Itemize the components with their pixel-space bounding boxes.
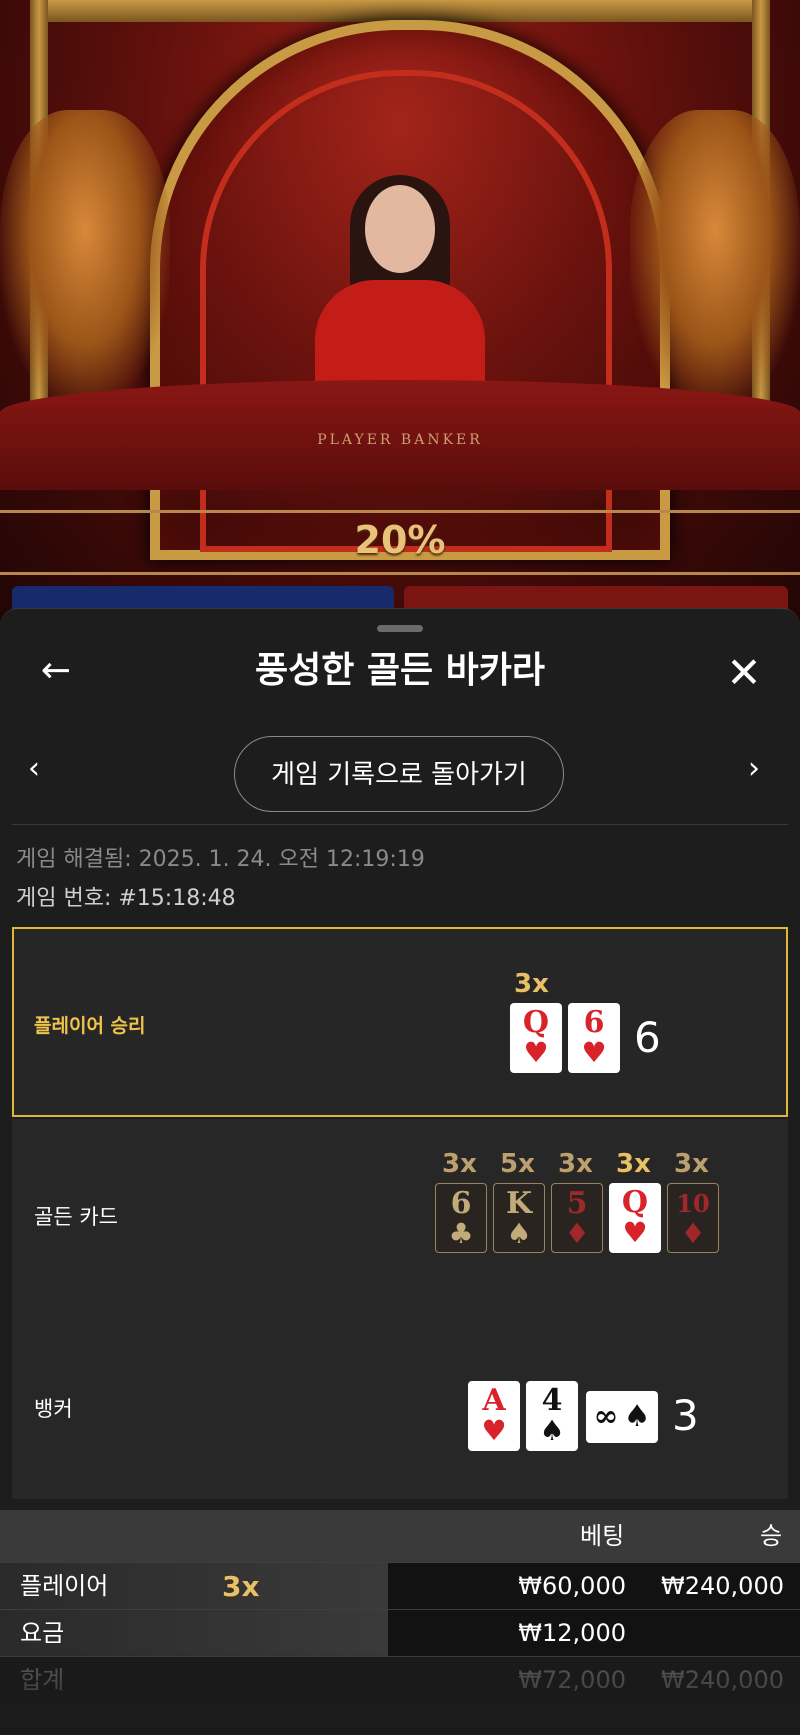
hand-total: 6 — [634, 1013, 661, 1062]
rail-bottom — [0, 572, 800, 575]
golden-card: 5 ♦ — [551, 1183, 603, 1253]
golden-card-matched: Q ♥ — [609, 1183, 661, 1253]
heart-suit-icon: ♥ — [523, 1036, 549, 1069]
row-label: 요금 — [20, 1619, 65, 1647]
row-label: 골든 카드 — [34, 1205, 118, 1229]
dealer-face — [365, 185, 435, 273]
bets-table-header: 베팅 승 — [0, 1510, 800, 1562]
close-icon[interactable]: ✕ — [722, 651, 766, 695]
diamond-suit-icon: ♦ — [564, 1217, 590, 1250]
multiplier-badge: 3x — [616, 1149, 651, 1179]
card-rank: 5 — [566, 1186, 588, 1221]
card-rank: 6 — [583, 1005, 605, 1040]
row-label-cell: 합계 — [0, 1657, 388, 1703]
multiplier-badge: 3x — [514, 969, 549, 999]
spade-suit-icon: ♠ — [506, 1217, 532, 1250]
spade-suit-icon: ♠ — [539, 1414, 565, 1447]
table-row: 플레이어 3x ₩60,000 ₩240,000 — [0, 1562, 800, 1609]
row-label: 플레이어 — [20, 1572, 109, 1600]
card-rank: 10 — [676, 1189, 710, 1218]
multiplier-badge: 3x — [674, 1149, 709, 1179]
playing-card: 6 ♥ — [568, 1003, 620, 1073]
card-rank: 4 — [541, 1383, 563, 1418]
chevron-left-icon[interactable]: ‹ — [28, 754, 54, 784]
heart-suit-icon: ♥ — [581, 1036, 607, 1069]
win-amount: ₩240,000 — [661, 1666, 784, 1694]
row-label: 뱅커 — [34, 1397, 73, 1421]
multiplier-badge: 3x — [558, 1149, 593, 1179]
row-label: 플레이어 승리 — [34, 1015, 146, 1037]
heart-suit-icon: ♥ — [622, 1216, 648, 1249]
rail-top — [0, 510, 800, 513]
table-row-total: 합계 ₩72,000 ₩240,000 — [0, 1656, 800, 1705]
sheet-drag-handle[interactable] — [377, 625, 423, 632]
playing-card-sideways: ∞ ♠ — [586, 1391, 658, 1443]
multiplier-badge: 5x — [500, 1149, 535, 1179]
dragon-statue-right — [630, 110, 800, 410]
golden-card: 6 ♣ — [435, 1183, 487, 1253]
table-row: 요금 ₩12,000 — [0, 1609, 800, 1656]
column-header-win: 승 — [760, 1522, 783, 1550]
dragon-statue-left — [0, 110, 170, 410]
bet-amount: ₩60,000 — [518, 1572, 626, 1600]
row-label: 합계 — [20, 1666, 65, 1694]
multiplier-badge: 3x — [442, 1149, 477, 1179]
golden-card: 10 ♦ — [667, 1183, 719, 1253]
card-rank: K — [505, 1186, 533, 1221]
golden-card: K ♠ — [493, 1183, 545, 1253]
playing-card: A ♥ — [468, 1381, 520, 1451]
diamond-suit-icon: ♦ — [680, 1217, 706, 1250]
card-rank: ∞ — [593, 1399, 619, 1434]
jackpot-percent: 20% — [354, 518, 446, 562]
playing-card: 4 ♠ — [526, 1381, 578, 1451]
card-rank: A — [482, 1383, 506, 1418]
card-rank: Q — [522, 1005, 550, 1040]
divider — [12, 824, 788, 825]
playing-card: Q ♥ — [510, 1003, 562, 1073]
result-row-golden-cards: 골든 카드 3x 6 ♣ 5x K ♠ 3x 5 ♦ 3x Q ♥ 3x 10 … — [12, 1119, 788, 1309]
bet-amount: ₩72,000 — [518, 1666, 626, 1694]
result-row-banker: 뱅커 A ♥ 4 ♠ ∞ ♠ 3 — [12, 1309, 788, 1499]
back-to-history-button[interactable]: 게임 기록으로 돌아가기 — [234, 736, 564, 812]
spade-suit-icon: ♠ — [623, 1399, 651, 1434]
club-suit-icon: ♣ — [448, 1217, 474, 1250]
hand-total: 3 — [672, 1391, 699, 1440]
live-video-stream: PLAYER BANKER 20% — [0, 0, 800, 620]
game-resolved-time: 게임 해결됨: 2025. 1. 24. 오전 12:19:19 — [16, 847, 425, 872]
win-amount: ₩240,000 — [661, 1572, 784, 1600]
row-label-cell: 플레이어 — [0, 1563, 388, 1609]
sheet-title: 풍성한 골든 바카라 — [254, 650, 546, 691]
result-row-player: 플레이어 승리 3x Q ♥ 6 ♥ 6 — [12, 927, 788, 1117]
bets-table: 베팅 승 플레이어 3x ₩60,000 ₩240,000 요금 ₩12,000… — [0, 1510, 800, 1734]
heart-suit-icon: ♥ — [481, 1414, 507, 1447]
card-rank: Q — [621, 1185, 649, 1220]
multiplier-badge: 3x — [222, 1570, 260, 1603]
bet-amount: ₩12,000 — [518, 1619, 626, 1647]
decor-frame-top — [30, 0, 770, 22]
chevron-right-icon[interactable]: › — [748, 754, 774, 784]
table-label: PLAYER BANKER — [317, 432, 483, 448]
column-header-bet: 베팅 — [580, 1522, 625, 1550]
card-rank: 6 — [450, 1186, 472, 1221]
game-round-number: 게임 번호: #15:18:48 — [16, 886, 236, 911]
row-label-cell: 요금 — [0, 1610, 388, 1656]
